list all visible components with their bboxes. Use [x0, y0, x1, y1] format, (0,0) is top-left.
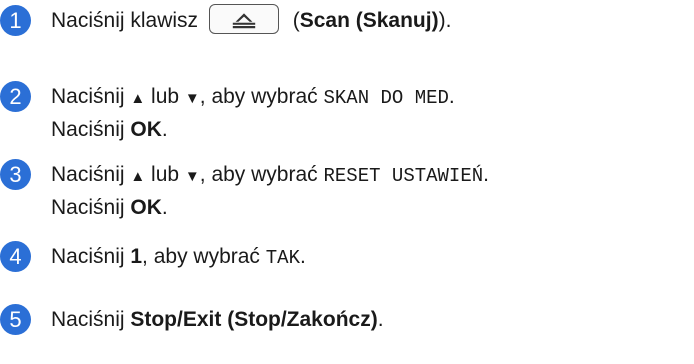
text: Naciśnij [51, 118, 131, 141]
step-4: 4 Naciśnij 1, aby wybrać TAK. [0, 241, 306, 274]
stop-exit-label: Stop/Exit (Stop/Zakończ) [130, 308, 378, 331]
text: . [483, 163, 489, 186]
ok-label: OK [130, 196, 162, 219]
up-arrow-icon: ▲ [130, 90, 146, 107]
step-3-line-2: Naciśnij OK. [51, 192, 489, 223]
text: . [161, 196, 168, 219]
text: lub [145, 85, 185, 108]
text: Naciśnij [51, 163, 131, 186]
step-number-badge: 1 [0, 5, 31, 36]
text: ( [286, 9, 300, 32]
text: ). [438, 9, 452, 32]
text: Naciśnij [51, 85, 131, 108]
step-1-line: Naciśnij klawisz (Scan (Skanuj)). [51, 4, 452, 36]
up-arrow-icon: ▲ [130, 168, 146, 185]
menu-option: RESET USTAWIEŃ [323, 165, 484, 187]
step-4-line-1: Naciśnij 1, aby wybrać TAK. [51, 241, 306, 274]
step-1: 1 Naciśnij klawisz (Scan (Skanuj)). [0, 4, 452, 36]
menu-option: SKAN DO MED [323, 87, 449, 109]
down-arrow-icon: ▼ [184, 168, 200, 185]
key-1-label: 1 [130, 245, 143, 268]
text: lub [145, 163, 185, 186]
step-2-line-2: Naciśnij OK. [51, 114, 455, 145]
text: Naciśnij [51, 308, 131, 331]
text: . [299, 245, 306, 268]
step-3: 3 Naciśnij ▲ lub ▼, aby wybrać RESET UST… [0, 159, 489, 223]
text: Naciśnij klawisz [51, 9, 204, 32]
step-5-line-1: Naciśnij Stop/Exit (Stop/Zakończ). [51, 304, 384, 335]
menu-option: TAK [265, 247, 300, 269]
text: Naciśnij [51, 196, 131, 219]
text: , aby wybrać [199, 163, 324, 186]
step-number-badge: 4 [0, 241, 31, 272]
step-2-line-1: Naciśnij ▲ lub ▼, aby wybrać SKAN DO MED… [51, 81, 455, 114]
text: . [377, 308, 384, 331]
text: . [161, 118, 168, 141]
step-number-badge: 3 [0, 159, 31, 190]
step-number-badge: 2 [0, 81, 31, 112]
text: , aby wybrać [142, 245, 266, 268]
step-3-line-1: Naciśnij ▲ lub ▼, aby wybrać RESET USTAW… [51, 159, 489, 192]
text: . [448, 85, 455, 108]
text: , aby wybrać [199, 85, 324, 108]
down-arrow-icon: ▼ [184, 90, 200, 107]
step-number-badge: 5 [0, 304, 31, 335]
ok-label: OK [130, 118, 162, 141]
text: Naciśnij [51, 245, 131, 268]
step-2: 2 Naciśnij ▲ lub ▼, aby wybrać SKAN DO M… [0, 81, 455, 145]
step-5: 5 Naciśnij Stop/Exit (Stop/Zakończ). [0, 304, 384, 335]
scan-key-icon [208, 4, 279, 35]
scan-label: Scan (Skanuj) [299, 9, 439, 32]
